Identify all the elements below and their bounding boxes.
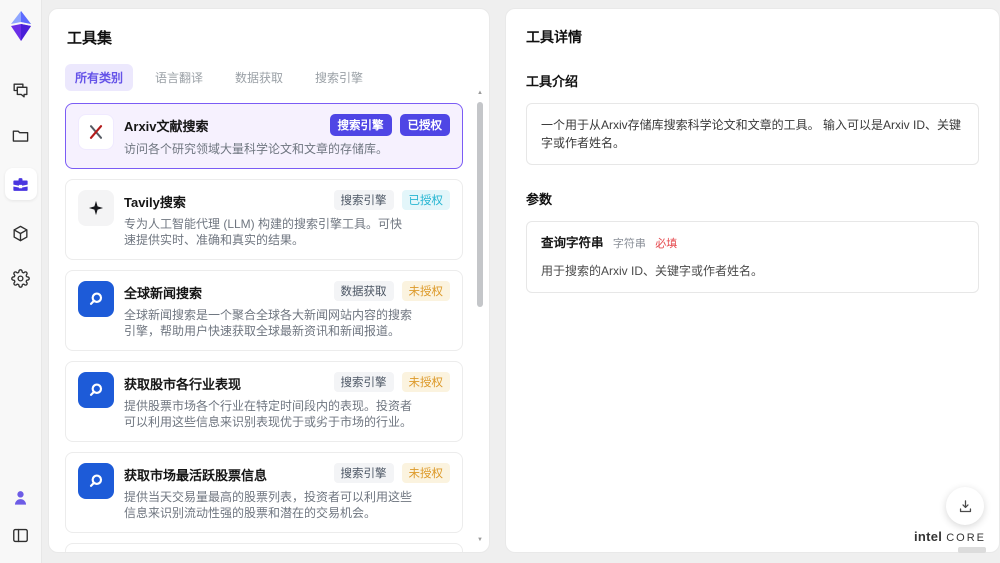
intro-heading: 工具介绍 <box>526 74 579 89</box>
tool-card-sector-performance[interactable]: 获取股市各行业表现 搜索引擎 未授权 提供股票市场各个行业在特定时间段内的表现。… <box>65 360 463 442</box>
tool-name: Arxiv文献搜索 <box>124 119 209 134</box>
sidebar-bottom <box>9 485 33 547</box>
tool-name: Tavily搜索 <box>124 194 186 210</box>
arxiv-logo-icon <box>78 114 114 150</box>
auth-badge: 未授权 <box>401 462 450 483</box>
intel-core-logo: intel CORE <box>914 529 986 553</box>
tool-card-arxiv[interactable]: Arxiv文献搜索 搜索引擎 已授权 访问各个研究领域大量科学论文和文章的存储库… <box>65 103 463 169</box>
tool-description: 提供当天交易量最高的股票列表，投资者可以利用这些信息来识别流动性强的股票和潜在的… <box>124 489 413 521</box>
download-button[interactable] <box>946 487 984 525</box>
download-icon <box>959 499 971 512</box>
sidebar-nav <box>4 78 37 290</box>
param-name: 查询字符串 <box>541 236 604 250</box>
tool-card-global-news[interactable]: 全球新闻搜索 数据获取 未授权 全球新闻搜索是一个聚合全球各大新闻网站内容的搜索… <box>65 269 463 351</box>
auth-badge: 未授权 <box>401 280 450 301</box>
tool-description: 全球新闻搜索是一个聚合全球各大新闻网站内容的搜索引擎，帮助用户快速获取全球最新资… <box>124 307 413 339</box>
tavily-sparkle-icon <box>78 189 114 226</box>
tool-name: 获取市场最活跃股票信息 <box>124 467 268 483</box>
param-description: 用于搜索的Arxiv ID、关键字或作者姓名。 <box>541 264 764 278</box>
intel-core-sublabel <box>958 547 986 553</box>
core-wordmark: CORE <box>946 532 986 544</box>
category-badge: 搜索引擎 <box>333 371 394 392</box>
detail-title: 工具详情 <box>526 29 582 45</box>
tool-description: 专为人工智能代理 (LLM) 构建的搜索引擎工具。可快速提供实时、准确和真实的结… <box>124 216 403 248</box>
tool-card-region-news[interactable]: 万维地区新闻查询 搜索引擎 未授权 查询具体行政区划内的新闻，快速了解各地新闻动 <box>65 542 463 552</box>
panel-toggle-icon[interactable] <box>9 523 33 547</box>
settings-gear-icon[interactable] <box>9 266 33 290</box>
scrollbar-up-icon[interactable]: ▲ <box>477 89 483 97</box>
tool-card-most-active-stocks[interactable]: 获取市场最活跃股票信息 搜索引擎 未授权 提供当天交易量最高的股票列表，投资者可… <box>65 451 463 533</box>
tool-description: 访问各个研究领域大量科学论文和文章的存储库。 <box>124 142 389 156</box>
search-app-icon <box>78 371 114 408</box>
param-box: 查询字符串 字符串 必填 用于搜索的Arxiv ID、关键字或作者姓名。 <box>526 221 979 293</box>
category-badge: 搜索引擎 <box>333 189 394 210</box>
param-type: 字符串 <box>612 238 646 250</box>
tab-data-acquisition[interactable]: 数据获取 <box>225 64 293 91</box>
tool-name: 获取股市各行业表现 <box>124 376 242 392</box>
tool-detail-panel: 工具详情 工具介绍 一个用于从Arxiv存储库搜索科学论文和文章的工具。 输入可… <box>505 8 1000 553</box>
param-required-badge: 必填 <box>655 238 678 250</box>
folder-icon[interactable] <box>9 123 33 147</box>
auth-badge: 已授权 <box>399 114 450 136</box>
user-avatar-icon[interactable] <box>9 485 33 509</box>
tab-all-categories[interactable]: 所有类别 <box>65 64 134 91</box>
app-sidebar <box>0 0 42 563</box>
list-scrollbar[interactable]: ▲ ▼ <box>474 89 486 544</box>
tool-card-tavily[interactable]: Tavily搜索 搜索引擎 已授权 专为人工智能代理 (LLM) 构建的搜索引擎… <box>65 178 463 260</box>
toolbox-icon[interactable] <box>4 168 37 200</box>
intro-text: 一个用于从Arxiv存储库搜索科学论文和文章的工具。 输入可以是Arxiv ID… <box>541 118 962 150</box>
search-app-icon <box>78 462 114 499</box>
tool-list: Arxiv文献搜索 搜索引擎 已授权 访问各个研究领域大量科学论文和文章的存储库… <box>65 103 475 552</box>
tool-name: 全球新闻搜索 <box>124 285 203 301</box>
params-heading: 参数 <box>526 192 553 207</box>
scrollbar-thumb[interactable] <box>477 102 483 307</box>
app-logo-icon <box>7 10 35 42</box>
category-badge: 搜索引擎 <box>329 114 392 136</box>
intel-wordmark: intel <box>913 529 943 544</box>
auth-badge: 未授权 <box>401 371 450 392</box>
category-badge: 数据获取 <box>333 280 394 301</box>
chat-icon[interactable] <box>9 78 33 102</box>
page-title: 工具集 <box>67 30 113 47</box>
tab-language-translation[interactable]: 语言翻译 <box>145 64 213 91</box>
category-badge: 搜索引擎 <box>333 462 394 483</box>
category-tabs: 所有类别 语言翻译 数据获取 搜索引擎 <box>65 64 475 91</box>
tool-description: 提供股票市场各个行业在特定时间段内的表现。投资者可以利用这些信息来识别表现优于或… <box>124 398 413 430</box>
tool-list-panel: 工具集 所有类别 语言翻译 数据获取 搜索引擎 Arxiv文献搜索 搜索引擎 已… <box>48 8 490 553</box>
intro-box: 一个用于从Arxiv存储库搜索科学论文和文章的工具。 输入可以是Arxiv ID… <box>526 103 979 165</box>
scrollbar-down-icon[interactable]: ▼ <box>477 536 483 544</box>
search-app-icon <box>78 280 114 317</box>
package-icon[interactable] <box>9 221 33 245</box>
param-header: 查询字符串 字符串 必填 <box>541 234 964 253</box>
tab-search-engine[interactable]: 搜索引擎 <box>305 64 373 91</box>
auth-badge: 已授权 <box>401 189 450 210</box>
